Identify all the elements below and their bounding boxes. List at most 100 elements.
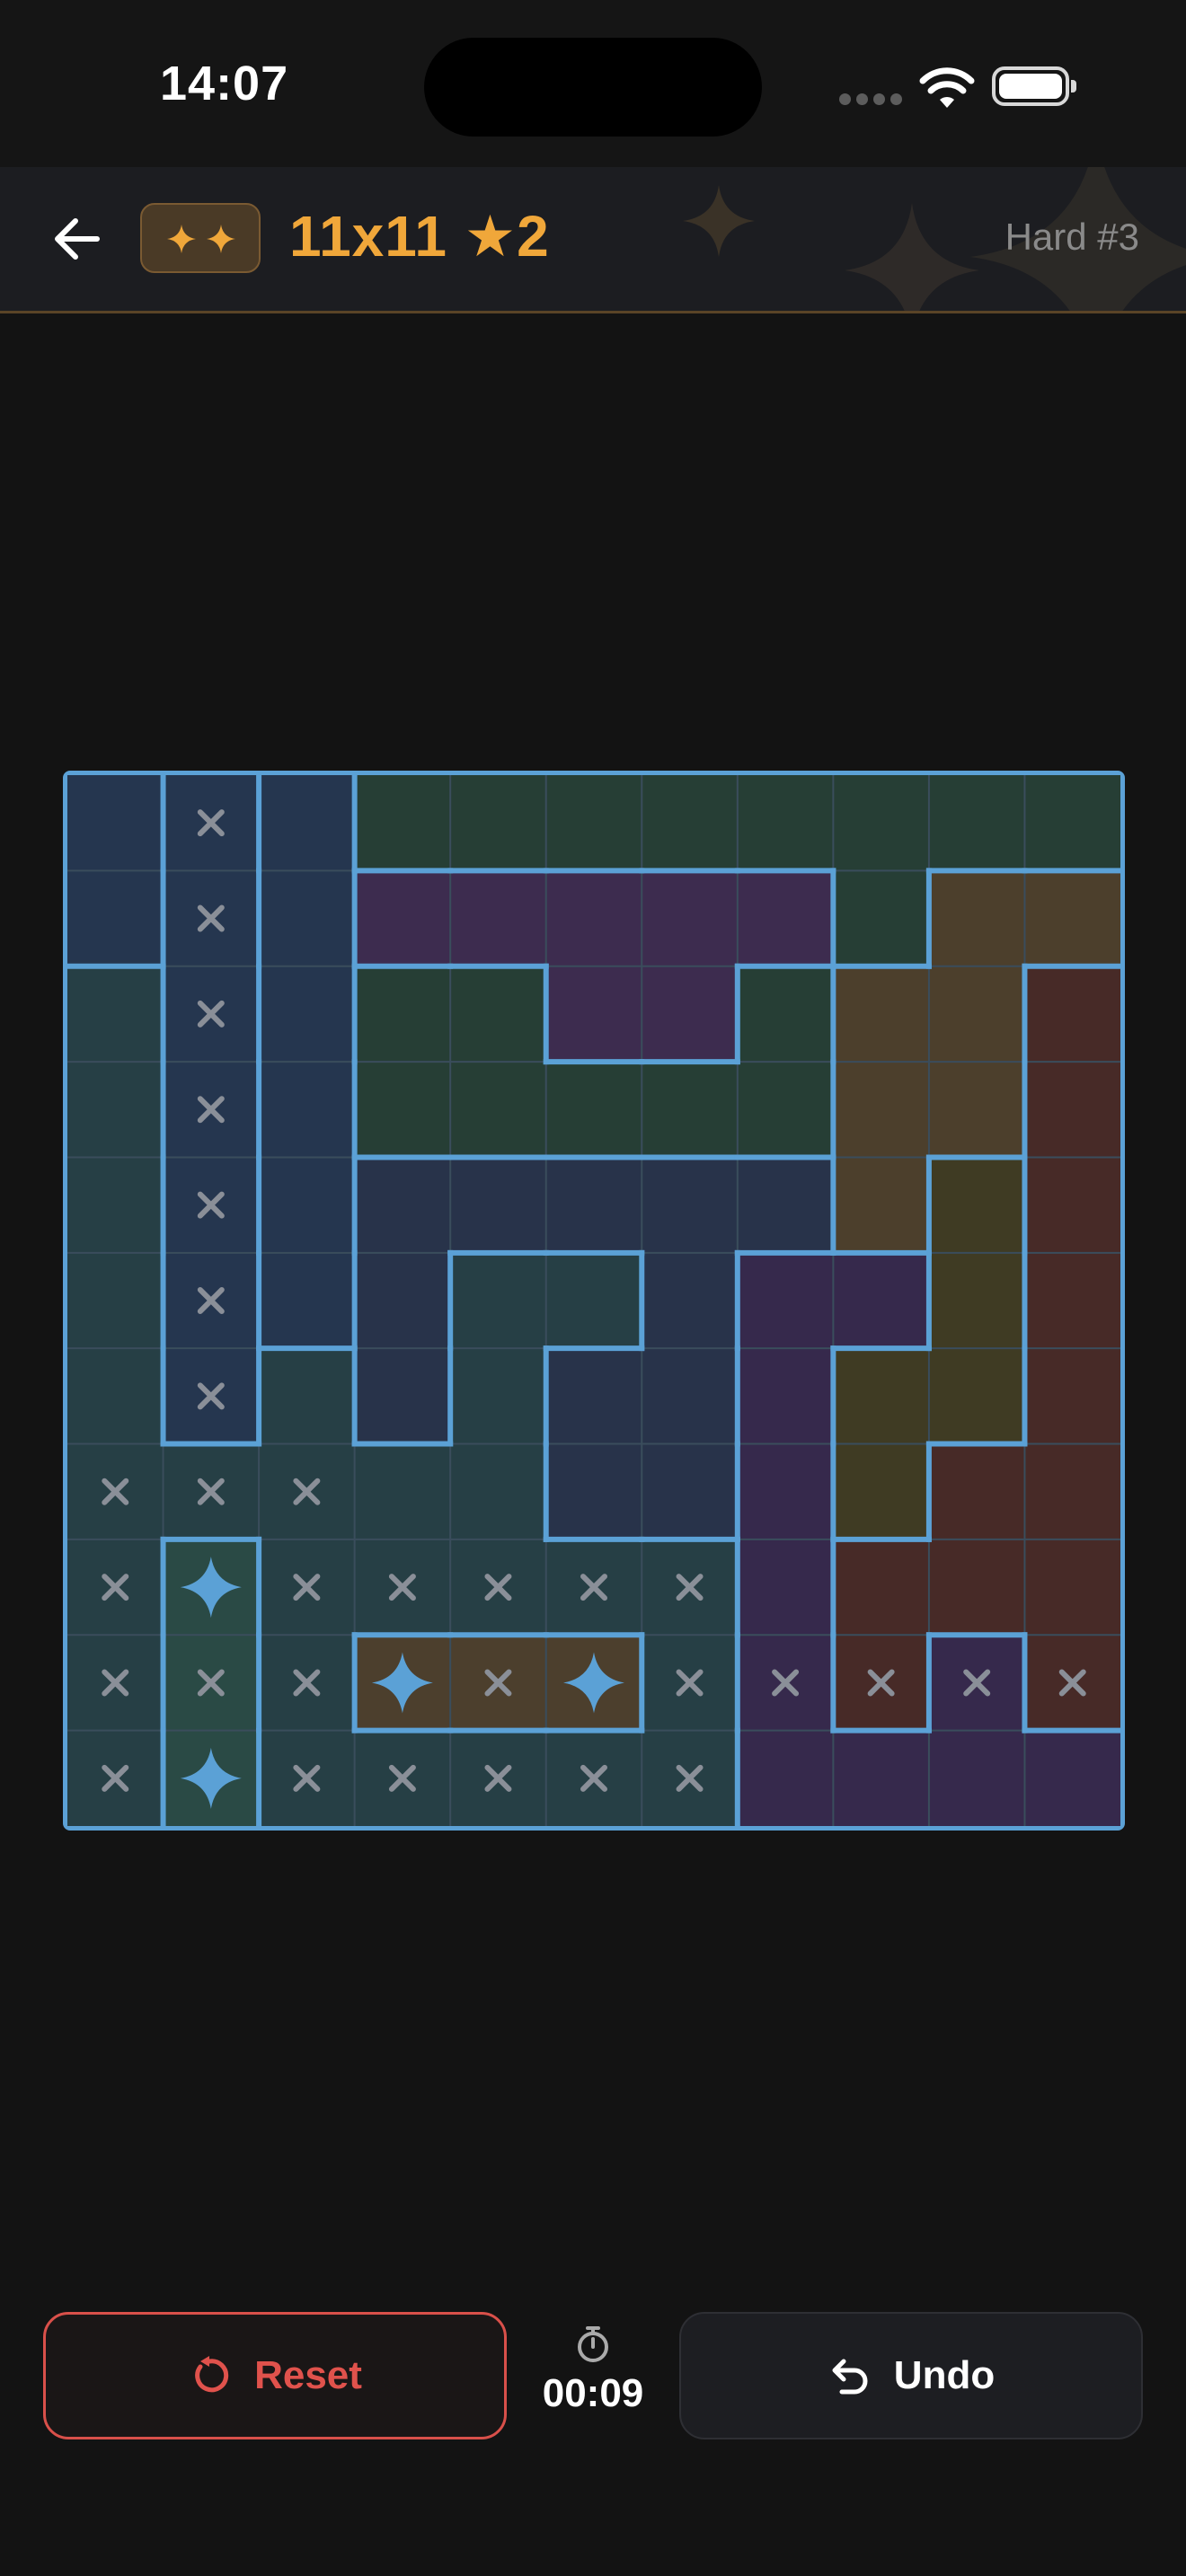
board-cell[interactable] xyxy=(1024,1062,1120,1158)
back-arrow-icon[interactable] xyxy=(49,210,106,268)
board-cell[interactable] xyxy=(737,1348,834,1444)
board-cell[interactable] xyxy=(642,1348,738,1444)
decorative-star-icon xyxy=(845,203,979,311)
board-cell[interactable] xyxy=(928,966,1025,1063)
board-cell[interactable] xyxy=(833,1348,929,1444)
board-cell[interactable] xyxy=(354,1157,451,1253)
board-cell[interactable] xyxy=(354,1443,451,1539)
board-cell[interactable] xyxy=(354,870,451,966)
wifi-icon xyxy=(919,67,975,108)
board-cell[interactable] xyxy=(450,966,546,1063)
board-cell[interactable] xyxy=(642,1252,738,1349)
board-cell[interactable] xyxy=(833,1730,929,1826)
board-cell[interactable] xyxy=(642,1062,738,1158)
dynamic-island xyxy=(424,38,762,137)
board-cell[interactable] xyxy=(259,966,355,1063)
board-cell[interactable] xyxy=(259,775,355,871)
board-cell[interactable] xyxy=(1024,1730,1120,1826)
board-cell[interactable] xyxy=(354,775,451,871)
board-cell[interactable] xyxy=(545,966,642,1063)
board-cell[interactable] xyxy=(450,1157,546,1253)
board-cell[interactable] xyxy=(928,870,1025,966)
board-cell[interactable] xyxy=(67,775,164,871)
board-cell[interactable] xyxy=(833,1539,929,1636)
board-cell[interactable] xyxy=(67,1348,164,1444)
board-cell[interactable] xyxy=(545,775,642,871)
board-cell[interactable] xyxy=(354,1348,451,1444)
board-cell[interactable] xyxy=(928,1443,1025,1539)
two-sparkles-icon xyxy=(167,225,235,253)
board-cell[interactable] xyxy=(545,1157,642,1253)
board-cell[interactable] xyxy=(450,1443,546,1539)
board-cell[interactable] xyxy=(1024,870,1120,966)
board-cell[interactable] xyxy=(450,1348,546,1444)
stopwatch-icon xyxy=(578,2326,608,2362)
reset-icon xyxy=(195,2356,229,2393)
board-cell[interactable] xyxy=(1024,1348,1120,1444)
board-cell[interactable] xyxy=(354,966,451,1063)
board-cell[interactable] xyxy=(833,775,929,871)
board-cell[interactable] xyxy=(67,1252,164,1349)
board-cell[interactable] xyxy=(545,1252,642,1349)
board-cell[interactable] xyxy=(450,775,546,871)
board-cell[interactable] xyxy=(1024,1252,1120,1349)
board-cell[interactable] xyxy=(833,870,929,966)
board-cell[interactable] xyxy=(450,1062,546,1158)
reset-label: Reset xyxy=(254,2353,362,2397)
board-cell[interactable] xyxy=(833,1252,929,1349)
board-cell[interactable] xyxy=(833,1443,929,1539)
board-cell[interactable] xyxy=(354,1062,451,1158)
board-cell[interactable] xyxy=(259,870,355,966)
board-cell[interactable] xyxy=(737,1443,834,1539)
board-cell[interactable] xyxy=(737,1157,834,1253)
board-cell[interactable] xyxy=(737,1730,834,1826)
board-cell[interactable] xyxy=(928,1157,1025,1253)
puzzle-level: Hard #3 xyxy=(1005,216,1139,258)
board-cell[interactable] xyxy=(1024,1539,1120,1636)
board-cell[interactable] xyxy=(259,1348,355,1444)
board-cell[interactable] xyxy=(642,966,738,1063)
board-cell[interactable] xyxy=(833,966,929,1063)
board-cell[interactable] xyxy=(928,1348,1025,1444)
board-cell[interactable] xyxy=(545,1443,642,1539)
board-cell[interactable] xyxy=(737,775,834,871)
board-cell[interactable] xyxy=(259,1062,355,1158)
board-cell[interactable] xyxy=(545,870,642,966)
reset-button[interactable]: Reset xyxy=(43,2312,507,2439)
board-cell[interactable] xyxy=(928,775,1025,871)
board-cell[interactable] xyxy=(833,1062,929,1158)
board-cell[interactable] xyxy=(1024,966,1120,1063)
board-cell[interactable] xyxy=(259,1157,355,1253)
undo-button[interactable]: Undo xyxy=(679,2312,1143,2439)
board-cell[interactable] xyxy=(737,870,834,966)
board-cell[interactable] xyxy=(67,1157,164,1253)
board-grid[interactable] xyxy=(67,775,1120,1826)
board-cell[interactable] xyxy=(928,1062,1025,1158)
board-cell[interactable] xyxy=(642,870,738,966)
board-cell[interactable] xyxy=(737,1539,834,1636)
board-cell[interactable] xyxy=(642,1443,738,1539)
board-cell[interactable] xyxy=(354,1252,451,1349)
board-cell[interactable] xyxy=(1024,1443,1120,1539)
board-cell[interactable] xyxy=(642,1157,738,1253)
board-cell[interactable] xyxy=(67,870,164,966)
board-cell[interactable] xyxy=(928,1730,1025,1826)
board-cell[interactable] xyxy=(450,870,546,966)
board-cell[interactable] xyxy=(450,1252,546,1349)
board-cell[interactable] xyxy=(1024,1157,1120,1253)
board-cell[interactable] xyxy=(67,1062,164,1158)
board-cell[interactable] xyxy=(928,1252,1025,1349)
board-cell[interactable] xyxy=(545,1348,642,1444)
puzzle-board[interactable] xyxy=(63,771,1125,1831)
status-bar: 14:07 xyxy=(0,0,1186,167)
board-cell[interactable] xyxy=(833,1157,929,1253)
board-cell[interactable] xyxy=(737,966,834,1063)
board-cell[interactable] xyxy=(545,1062,642,1158)
board-cell[interactable] xyxy=(259,1252,355,1349)
board-cell[interactable] xyxy=(1024,775,1120,871)
board-cell[interactable] xyxy=(737,1252,834,1349)
board-cell[interactable] xyxy=(737,1062,834,1158)
board-cell[interactable] xyxy=(928,1539,1025,1636)
board-cell[interactable] xyxy=(67,966,164,1063)
board-cell[interactable] xyxy=(642,775,738,871)
